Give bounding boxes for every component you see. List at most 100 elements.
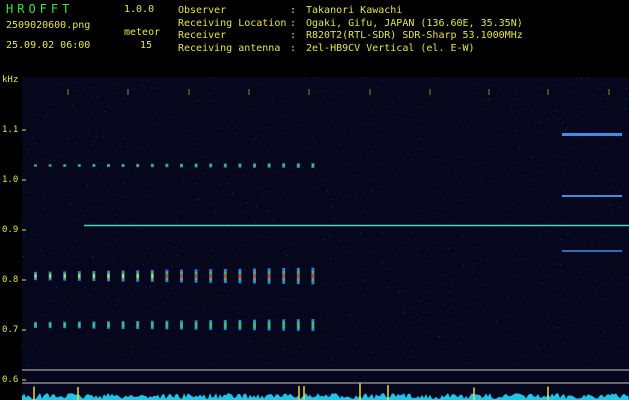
noise-speck [409,322,411,323]
echo-core [180,322,183,328]
noise-speck [205,156,207,158]
noise-speck [59,233,61,235]
noise-speck [605,278,607,280]
noise-speck [581,307,583,309]
app-version: 1.0.0 [124,4,155,15]
info-separator: : [290,30,297,41]
noise-speck [426,141,428,143]
noise-speck [613,180,615,182]
noise-speck [481,182,483,184]
noise-speck [447,327,449,329]
noise-speck [333,96,335,98]
noise-speck [352,350,354,352]
noise-speck [133,320,135,321]
noise-speck [398,292,399,294]
noise-speck [571,295,573,297]
noise-speck [390,263,392,265]
noise-speck [114,82,116,84]
noise-speck [50,317,52,319]
noise-speck [391,321,393,323]
noise-speck [37,163,39,165]
noise-speck [545,261,547,263]
noise-speck [157,137,159,139]
noise-speck [92,258,94,260]
noise-speck [126,296,128,297]
noise-speck [386,243,388,245]
noise-speck [199,161,201,163]
noise-speck [246,202,248,204]
noise-speck [97,193,99,195]
noise-speck [259,278,260,280]
noise-speck [369,251,371,253]
echo-core [49,323,52,327]
noise-speck [442,274,444,276]
noise-speck [625,132,627,134]
noise-speck [215,90,217,92]
noise-speck [573,325,575,327]
hrofft-window: HROFFT 1.0.0 2509020600.png 25.09.02 06:… [0,0,629,400]
echo-core [34,164,37,167]
noise-speck [88,129,90,131]
noise-speck [266,340,268,342]
noise-speck [562,271,564,273]
noise-speck [626,234,628,235]
noise-speck [469,311,471,313]
noise-speck [348,294,350,296]
noise-speck [260,134,262,136]
noise-speck [42,254,44,256]
noise-speck [496,320,497,322]
noise-speck [488,98,490,100]
noise-speck [22,219,24,221]
noise-speck [248,117,250,119]
noise-speck [572,274,574,276]
echo-core [195,164,198,167]
noise-speck [575,127,577,129]
echo-core [282,321,285,329]
noise-speck [535,205,537,207]
noise-speck [582,276,584,278]
noise-speck [510,168,512,169]
noise-speck [616,102,618,104]
noise-speck [155,307,157,309]
noise-speck [75,160,77,162]
noise-speck [343,106,345,108]
noise-speck [399,290,401,292]
noise-speck [365,263,367,265]
info-separator: : [290,17,297,29]
noise-speck [335,223,337,225]
noise-speck [150,96,152,98]
echo-core [63,164,66,167]
noise-speck [357,175,359,177]
baseline-trace [22,393,629,400]
noise-speck [574,208,575,210]
noise-speck [162,223,164,225]
echo-peak [224,273,227,279]
noise-speck [217,274,219,276]
noise-speck [344,164,346,166]
noise-speck [186,192,187,194]
noise-speck [481,315,483,317]
noise-speck [471,83,473,85]
noise-speck [174,141,176,143]
noise-speck [259,315,261,317]
info-row-location: Receiving Location: Ogaki, Gifu, JAPAN (1… [178,18,523,31]
noise-speck [600,327,602,329]
noise-speck [263,83,265,85]
echo-peak [297,273,300,279]
noise-speck [616,283,618,285]
noise-speck [371,109,373,111]
noise-speck [322,334,324,336]
echo-core [238,321,241,329]
noise-speck [56,286,58,288]
noise-speck [591,242,593,244]
noise-speck [348,281,350,283]
noise-speck [616,185,618,187]
noise-speck [372,341,374,343]
noise-speck [94,288,96,290]
noise-speck [221,128,223,130]
noise-speck [189,228,191,230]
file-name: 2509020600.png [6,20,91,31]
noise-speck [232,122,234,123]
noise-speck [549,231,551,232]
noise-speck [196,197,198,199]
